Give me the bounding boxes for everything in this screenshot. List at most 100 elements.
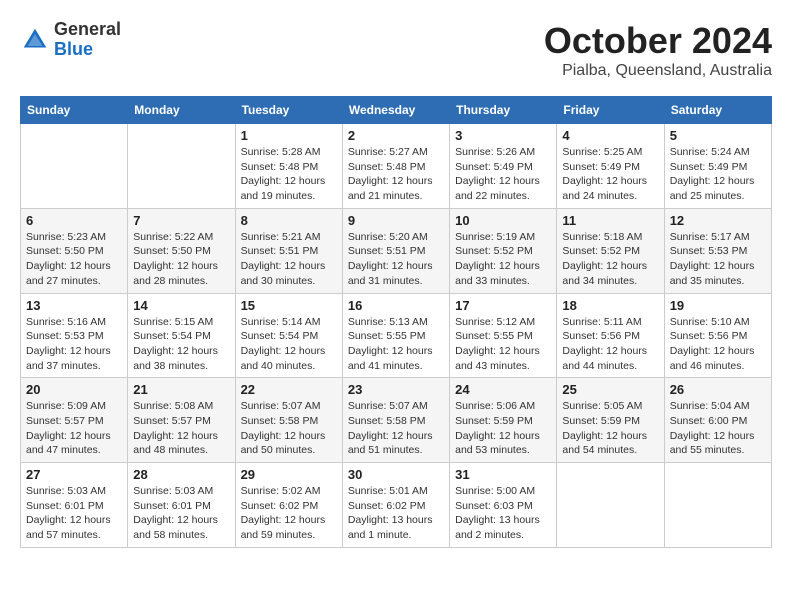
day-number: 9	[348, 213, 444, 228]
day-info: Sunrise: 5:13 AM Sunset: 5:55 PM Dayligh…	[348, 315, 444, 374]
calendar-cell	[21, 124, 128, 209]
weekday-header: Wednesday	[342, 97, 449, 124]
page-header: General Blue October 2024 Pialba, Queens…	[20, 20, 772, 80]
calendar-week-row: 1Sunrise: 5:28 AM Sunset: 5:48 PM Daylig…	[21, 124, 772, 209]
day-number: 26	[670, 382, 766, 397]
weekday-header: Sunday	[21, 97, 128, 124]
day-number: 14	[133, 298, 229, 313]
weekday-header: Saturday	[664, 97, 771, 124]
day-number: 29	[241, 467, 337, 482]
calendar-cell: 15Sunrise: 5:14 AM Sunset: 5:54 PM Dayli…	[235, 293, 342, 378]
day-info: Sunrise: 5:05 AM Sunset: 5:59 PM Dayligh…	[562, 399, 658, 458]
calendar-cell: 2Sunrise: 5:27 AM Sunset: 5:48 PM Daylig…	[342, 124, 449, 209]
day-number: 27	[26, 467, 122, 482]
day-info: Sunrise: 5:23 AM Sunset: 5:50 PM Dayligh…	[26, 230, 122, 289]
weekday-header: Monday	[128, 97, 235, 124]
calendar-cell: 18 Sunrise: 5:11 AM Sunset: 5:56 PM Dayli…	[557, 293, 664, 378]
calendar-cell: 20 Sunrise: 5:09 AM Sunset: 5:57 PM Dayli…	[21, 378, 128, 463]
calendar-cell: 3 Sunrise: 5:26 AM Sunset: 5:49 PM Daylig…	[450, 124, 557, 209]
day-number: 28	[133, 467, 229, 482]
day-info: Sunrise: 5:28 AM Sunset: 5:48 PM Dayligh…	[241, 145, 337, 204]
calendar-cell: 23 Sunrise: 5:07 AM Sunset: 5:58 PM Dayli…	[342, 378, 449, 463]
day-info: Sunrise: 5:03 AM Sunset: 6:01 PM Dayligh…	[133, 484, 229, 543]
day-info: Sunrise: 5:11 AM Sunset: 5:56 PM Dayligh…	[562, 315, 658, 374]
calendar-cell: 16 Sunrise: 5:13 AM Sunset: 5:55 PM Dayli…	[342, 293, 449, 378]
day-info: Sunrise: 5:03 AM Sunset: 6:01 PM Dayligh…	[26, 484, 122, 543]
day-number: 18	[562, 298, 658, 313]
logo-text: General Blue	[54, 20, 121, 60]
day-number: 13	[26, 298, 122, 313]
calendar-cell: 28 Sunrise: 5:03 AM Sunset: 6:01 PM Dayli…	[128, 463, 235, 548]
day-info: Sunrise: 5:07 AM Sunset: 5:58 PM Dayligh…	[348, 399, 444, 458]
day-info: Sunrise: 5:25 AM Sunset: 5:49 PM Dayligh…	[562, 145, 658, 204]
day-info: Sunrise: 5:20 AM Sunset: 5:51 PM Dayligh…	[348, 230, 444, 289]
day-number: 17	[455, 298, 551, 313]
day-info: Sunrise: 5:16 AM Sunset: 5:53 PM Dayligh…	[26, 315, 122, 374]
day-info: Sunrise: 5:09 AM Sunset: 5:57 PM Dayligh…	[26, 399, 122, 458]
calendar-week-row: 6 Sunrise: 5:23 AM Sunset: 5:50 PM Daylig…	[21, 208, 772, 293]
calendar-cell: 31 Sunrise: 5:00 AM Sunset: 6:03 PM Dayli…	[450, 463, 557, 548]
day-number: 20	[26, 382, 122, 397]
day-info: Sunrise: 5:04 AM Sunset: 6:00 PM Dayligh…	[670, 399, 766, 458]
day-number: 16	[348, 298, 444, 313]
day-info: Sunrise: 5:01 AM Sunset: 6:02 PM Dayligh…	[348, 484, 444, 543]
day-number: 31	[455, 467, 551, 482]
day-number: 4	[562, 128, 658, 143]
day-info: Sunrise: 5:00 AM Sunset: 6:03 PM Dayligh…	[455, 484, 551, 543]
day-number: 25	[562, 382, 658, 397]
day-number: 19	[670, 298, 766, 313]
calendar-cell: 29 Sunrise: 5:02 AM Sunset: 6:02 PM Dayli…	[235, 463, 342, 548]
calendar-cell: 30 Sunrise: 5:01 AM Sunset: 6:02 PM Dayli…	[342, 463, 449, 548]
calendar-cell: 6 Sunrise: 5:23 AM Sunset: 5:50 PM Daylig…	[21, 208, 128, 293]
day-number: 30	[348, 467, 444, 482]
day-info: Sunrise: 5:22 AM Sunset: 5:50 PM Dayligh…	[133, 230, 229, 289]
day-info: Sunrise: 5:18 AM Sunset: 5:52 PM Dayligh…	[562, 230, 658, 289]
calendar-cell: 22Sunrise: 5:07 AM Sunset: 5:58 PM Dayli…	[235, 378, 342, 463]
calendar-table: SundayMondayTuesdayWednesdayThursdayFrid…	[20, 96, 772, 548]
calendar-cell	[664, 463, 771, 548]
calendar-cell: 14 Sunrise: 5:15 AM Sunset: 5:54 PM Dayli…	[128, 293, 235, 378]
day-info: Sunrise: 5:02 AM Sunset: 6:02 PM Dayligh…	[241, 484, 337, 543]
calendar-cell	[128, 124, 235, 209]
calendar-cell: 8Sunrise: 5:21 AM Sunset: 5:51 PM Daylig…	[235, 208, 342, 293]
calendar-cell: 26 Sunrise: 5:04 AM Sunset: 6:00 PM Dayli…	[664, 378, 771, 463]
calendar-cell: 19 Sunrise: 5:10 AM Sunset: 5:56 PM Dayli…	[664, 293, 771, 378]
logo-icon	[20, 25, 50, 55]
day-info: Sunrise: 5:24 AM Sunset: 5:49 PM Dayligh…	[670, 145, 766, 204]
day-info: Sunrise: 5:07 AM Sunset: 5:58 PM Dayligh…	[241, 399, 337, 458]
day-number: 12	[670, 213, 766, 228]
location-subtitle: Pialba, Queensland, Australia	[544, 62, 772, 80]
day-info: Sunrise: 5:10 AM Sunset: 5:56 PM Dayligh…	[670, 315, 766, 374]
calendar-week-row: 27 Sunrise: 5:03 AM Sunset: 6:01 PM Dayli…	[21, 463, 772, 548]
title-block: October 2024 Pialba, Queensland, Austral…	[544, 20, 772, 80]
calendar-week-row: 20 Sunrise: 5:09 AM Sunset: 5:57 PM Dayli…	[21, 378, 772, 463]
calendar-cell: 10Sunrise: 5:19 AM Sunset: 5:52 PM Dayli…	[450, 208, 557, 293]
day-info: Sunrise: 5:26 AM Sunset: 5:49 PM Dayligh…	[455, 145, 551, 204]
day-number: 23	[348, 382, 444, 397]
calendar-cell: 5 Sunrise: 5:24 AM Sunset: 5:49 PM Daylig…	[664, 124, 771, 209]
calendar-cell: 17Sunrise: 5:12 AM Sunset: 5:55 PM Dayli…	[450, 293, 557, 378]
calendar-cell: 12 Sunrise: 5:17 AM Sunset: 5:53 PM Dayli…	[664, 208, 771, 293]
day-number: 6	[26, 213, 122, 228]
weekday-header: Friday	[557, 97, 664, 124]
calendar-cell: 11Sunrise: 5:18 AM Sunset: 5:52 PM Dayli…	[557, 208, 664, 293]
day-number: 5	[670, 128, 766, 143]
logo-blue: Blue	[54, 40, 121, 60]
day-info: Sunrise: 5:21 AM Sunset: 5:51 PM Dayligh…	[241, 230, 337, 289]
day-info: Sunrise: 5:15 AM Sunset: 5:54 PM Dayligh…	[133, 315, 229, 374]
day-number: 3	[455, 128, 551, 143]
logo-general: General	[54, 20, 121, 40]
day-info: Sunrise: 5:06 AM Sunset: 5:59 PM Dayligh…	[455, 399, 551, 458]
calendar-cell: 1Sunrise: 5:28 AM Sunset: 5:48 PM Daylig…	[235, 124, 342, 209]
weekday-header: Thursday	[450, 97, 557, 124]
calendar-cell	[557, 463, 664, 548]
calendar-cell: 21 Sunrise: 5:08 AM Sunset: 5:57 PM Dayli…	[128, 378, 235, 463]
day-number: 21	[133, 382, 229, 397]
day-info: Sunrise: 5:17 AM Sunset: 5:53 PM Dayligh…	[670, 230, 766, 289]
calendar-week-row: 13 Sunrise: 5:16 AM Sunset: 5:53 PM Dayli…	[21, 293, 772, 378]
weekday-header: Tuesday	[235, 97, 342, 124]
day-number: 2	[348, 128, 444, 143]
day-number: 10	[455, 213, 551, 228]
day-info: Sunrise: 5:08 AM Sunset: 5:57 PM Dayligh…	[133, 399, 229, 458]
logo: General Blue	[20, 20, 121, 60]
